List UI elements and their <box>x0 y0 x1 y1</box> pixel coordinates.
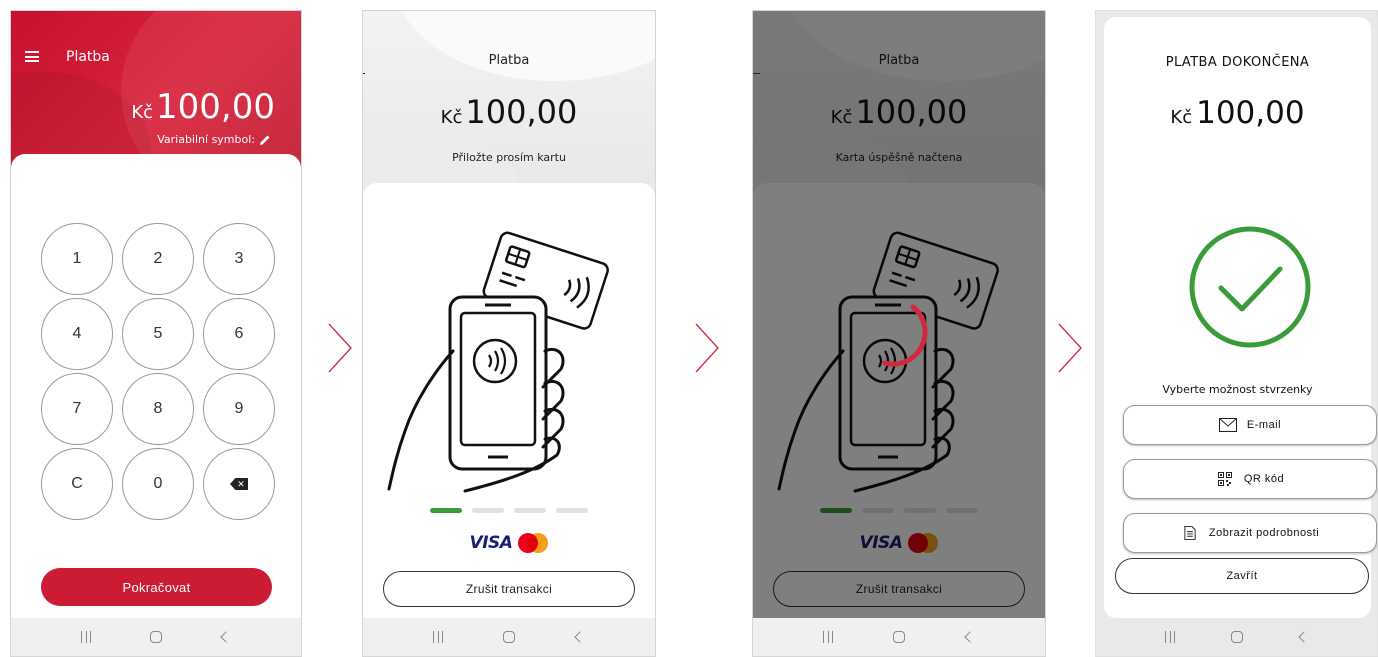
mastercard-logo <box>518 533 549 553</box>
back-button[interactable] <box>219 630 233 644</box>
variable-symbol[interactable]: Variabilní symbol: <box>157 133 271 146</box>
currency-label: Kč <box>440 107 463 128</box>
progress-step <box>514 508 546 513</box>
qr-receipt-button[interactable]: QR kód <box>1123 459 1377 499</box>
chevron-right-icon <box>695 323 719 373</box>
home-button[interactable] <box>149 630 163 644</box>
chevron-right-icon <box>328 323 352 373</box>
system-nav-bar <box>1096 618 1377 656</box>
system-nav-bar <box>11 618 301 656</box>
keypad: 1 2 3 4 5 6 7 8 9 C 0 ✕ <box>41 223 277 520</box>
home-button[interactable] <box>502 630 516 644</box>
progress-indicator <box>363 508 655 513</box>
key-2[interactable]: 2 <box>122 223 194 295</box>
card-brands: VISA <box>363 533 655 553</box>
key-5[interactable]: 5 <box>122 298 194 370</box>
continue-button[interactable]: Pokračovat <box>41 568 272 606</box>
key-9[interactable]: 9 <box>203 373 275 445</box>
progress-step <box>472 508 504 513</box>
document-icon <box>1184 526 1196 540</box>
amount-display: Kč 100,00 <box>363 93 655 131</box>
system-nav-bar <box>753 618 1045 656</box>
visa-logo: VISA <box>469 533 513 553</box>
system-nav-bar <box>363 618 655 656</box>
amount-value: 100,00 <box>465 93 578 131</box>
currency-label: Kč <box>131 102 154 123</box>
amount-value: 100,00 <box>156 87 275 127</box>
header: Platba Kč 100,00 Variabilní symbol: <box>11 11 301 176</box>
amount-value: 100,00 <box>1196 95 1305 131</box>
back-button[interactable] <box>1297 630 1311 644</box>
loading-spinner-icon <box>882 304 928 367</box>
key-6[interactable]: 6 <box>203 298 275 370</box>
recent-apps-button[interactable] <box>821 630 835 644</box>
recent-apps-button[interactable] <box>431 630 445 644</box>
details-button[interactable]: Zobrazit podrobnosti <box>1123 513 1377 553</box>
menu-icon[interactable] <box>25 51 39 62</box>
home-button[interactable] <box>1230 630 1244 644</box>
variable-symbol-label: Variabilní symbol: <box>157 133 255 146</box>
back-button[interactable] <box>573 630 587 644</box>
amount-display: Kč 100,00 <box>131 87 275 127</box>
key-4[interactable]: 4 <box>41 298 113 370</box>
key-1[interactable]: 1 <box>41 223 113 295</box>
tap-card-screen: Platba Kč 100,00 Přiložte prosím kartu V… <box>362 10 656 657</box>
amount-entry-screen: Platba Kč 100,00 Variabilní symbol: 1 2 … <box>10 10 302 657</box>
details-label: Zobrazit podrobnosti <box>1208 527 1320 539</box>
key-backspace[interactable]: ✕ <box>203 448 275 520</box>
cancel-transaction-button[interactable]: Zrušit transakci <box>383 571 635 607</box>
receipt-prompt: Vyberte možnost stvrzenky <box>1162 383 1313 396</box>
progress-step <box>556 508 588 513</box>
qr-icon <box>1217 472 1232 486</box>
pencil-icon[interactable] <box>259 134 271 146</box>
key-8[interactable]: 8 <box>122 373 194 445</box>
close-button[interactable]: Zavřít <box>1115 558 1369 594</box>
back-button[interactable] <box>963 630 977 644</box>
recent-apps-button[interactable] <box>1163 630 1177 644</box>
card-read-screen: Platba Kč 100,00 Karta úspěšně načtena <box>752 10 1046 657</box>
screen-title: Platba <box>488 53 530 68</box>
qr-label: QR kód <box>1243 473 1285 485</box>
payment-flow: Platba Kč 100,00 Variabilní symbol: 1 2 … <box>0 0 1378 657</box>
home-button[interactable] <box>892 630 906 644</box>
email-receipt-button[interactable]: E-mail <box>1123 405 1377 445</box>
progress-step <box>430 508 462 513</box>
email-label: E-mail <box>1246 419 1282 431</box>
currency-label: Kč <box>1170 107 1193 128</box>
result-sheet: PLATBA DOKONČENA Kč 100,00 Vyberte možno… <box>1104 17 1377 618</box>
payment-complete-screen: PLATBA DOKONČENA Kč 100,00 Vyberte možno… <box>1095 10 1378 657</box>
key-clear[interactable]: C <box>41 448 113 520</box>
screen-title: Platba <box>66 49 110 65</box>
check-icon <box>1189 226 1311 348</box>
mail-icon <box>1218 418 1237 432</box>
key-3[interactable]: 3 <box>203 223 275 295</box>
key-7[interactable]: 7 <box>41 373 113 445</box>
amount-display: Kč 100,00 <box>1104 95 1371 131</box>
screen-title: PLATBA DOKONČENA <box>1165 55 1310 70</box>
key-0[interactable]: 0 <box>122 448 194 520</box>
tap-card-illustration <box>387 231 609 493</box>
recent-apps-button[interactable] <box>79 630 93 644</box>
instruction-text: Přiložte prosím kartu <box>452 151 566 164</box>
backspace-icon: ✕ <box>230 478 248 490</box>
chevron-right-icon <box>1058 323 1082 373</box>
